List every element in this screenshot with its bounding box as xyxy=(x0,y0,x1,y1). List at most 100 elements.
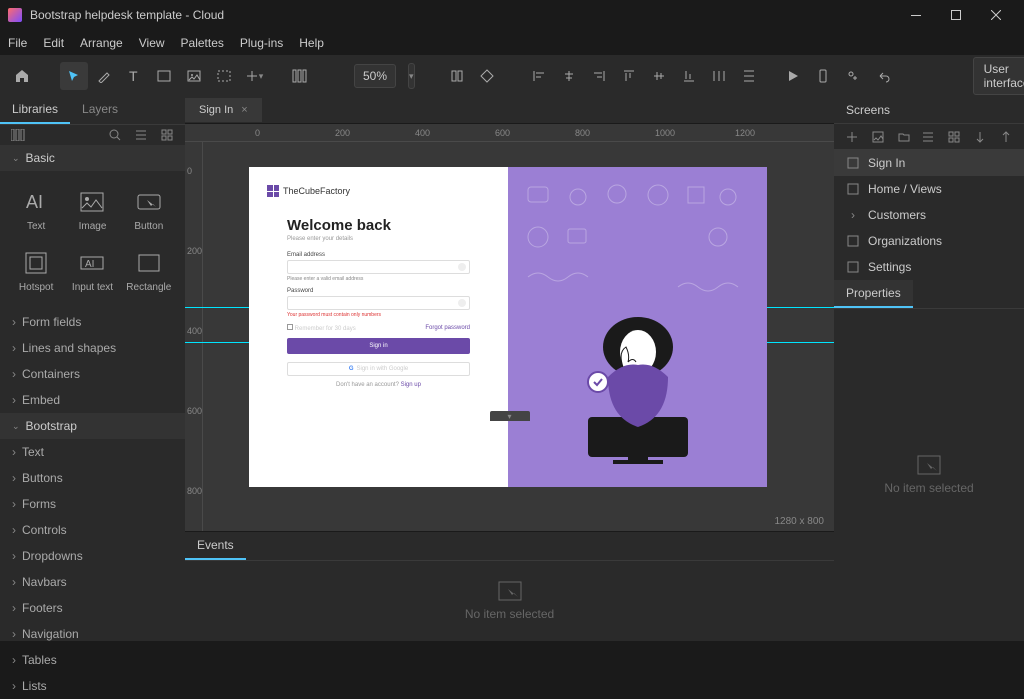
events-collapse[interactable]: ▾ xyxy=(490,411,530,421)
zoom-dropdown[interactable]: ▾ xyxy=(408,63,415,89)
section-bs-navbars[interactable]: Navbars xyxy=(0,569,185,595)
section-bs-footers[interactable]: Footers xyxy=(0,595,185,621)
menu-file[interactable]: File xyxy=(8,36,27,50)
image-screen-icon[interactable] xyxy=(868,127,888,147)
menu-arrange[interactable]: Arrange xyxy=(80,36,123,50)
align-tool-1[interactable] xyxy=(443,62,471,90)
section-bs-lists[interactable]: Lists xyxy=(0,673,185,699)
libraries-tab[interactable]: Libraries xyxy=(0,96,70,124)
text-icon: AI xyxy=(21,187,51,217)
device-button[interactable] xyxy=(809,62,837,90)
logo: TheCubeFactory xyxy=(267,185,490,197)
menu-plugins[interactable]: Plug-ins xyxy=(240,36,283,50)
widget-text[interactable]: AIText xyxy=(8,179,64,240)
align-left[interactable] xyxy=(525,62,553,90)
screen-customers[interactable]: ›Customers xyxy=(834,202,1024,228)
widget-hotspot[interactable]: Hotspot xyxy=(8,240,64,301)
undo-button[interactable] xyxy=(869,62,897,90)
titlebar: Bootstrap helpdesk template - Cloud xyxy=(0,0,1024,30)
bootstrap-section[interactable]: ⌄Bootstrap xyxy=(0,413,185,439)
minimize-button[interactable] xyxy=(896,1,936,29)
ui-mode-select[interactable]: User interface▾ xyxy=(973,57,1024,95)
remember-checkbox[interactable]: Remember for 30 days xyxy=(287,324,356,332)
zoom-select[interactable]: 50% xyxy=(354,64,396,88)
align-top[interactable] xyxy=(615,62,643,90)
pen-tool[interactable] xyxy=(90,62,118,90)
sort-up-icon[interactable] xyxy=(996,127,1016,147)
align-bottom[interactable] xyxy=(675,62,703,90)
widget-input[interactable]: AIInput text xyxy=(64,240,120,301)
pointer-tool[interactable] xyxy=(60,62,88,90)
rectangle-tool[interactable] xyxy=(150,62,178,90)
signin-button[interactable]: Sign in xyxy=(287,338,470,354)
signup-link[interactable]: Sign up xyxy=(401,382,421,388)
close-icon[interactable]: × xyxy=(241,104,247,116)
grid-view-icon[interactable] xyxy=(157,125,177,145)
text-tool[interactable]: T xyxy=(120,62,148,90)
screen-home[interactable]: Home / Views xyxy=(834,176,1024,202)
section-bs-navigation[interactable]: Navigation xyxy=(0,621,185,647)
widget-rectangle[interactable]: Rectangle xyxy=(121,240,177,301)
menu-edit[interactable]: Edit xyxy=(43,36,64,50)
artboard-signin[interactable]: TheCubeFactory Welcome back Please enter… xyxy=(249,167,767,487)
svg-text:AI: AI xyxy=(85,259,94,270)
image-tool[interactable] xyxy=(180,62,208,90)
library-icon[interactable] xyxy=(8,125,28,145)
share-button[interactable] xyxy=(839,62,867,90)
basic-section[interactable]: ⌄Basic xyxy=(0,145,185,171)
maximize-button[interactable] xyxy=(936,1,976,29)
rect-icon xyxy=(134,248,164,278)
align-tool-2[interactable] xyxy=(473,62,501,90)
section-bs-controls[interactable]: Controls xyxy=(0,517,185,543)
library-tool[interactable] xyxy=(292,62,308,90)
add-screen-icon[interactable] xyxy=(842,127,862,147)
widget-button[interactable]: Button xyxy=(121,179,177,240)
sort-down-icon[interactable] xyxy=(970,127,990,147)
password-input[interactable] xyxy=(287,296,470,310)
search-icon[interactable] xyxy=(105,125,125,145)
properties-tab[interactable]: Properties xyxy=(834,280,913,308)
screen-organizations[interactable]: Organizations xyxy=(834,228,1024,254)
screen-settings[interactable]: Settings xyxy=(834,254,1024,280)
forgot-link[interactable]: Forgot password xyxy=(425,325,470,331)
email-input[interactable] xyxy=(287,260,470,274)
align-middle[interactable] xyxy=(645,62,673,90)
list-icon[interactable] xyxy=(918,127,938,147)
section-embed[interactable]: Embed xyxy=(0,387,185,413)
google-button[interactable]: GSign in with Google xyxy=(287,362,470,376)
section-bs-text[interactable]: Text xyxy=(0,439,185,465)
widget-image[interactable]: Image xyxy=(64,179,120,240)
events-panel: Events No item selected xyxy=(185,531,834,641)
menu-view[interactable]: View xyxy=(139,36,165,50)
canvas[interactable]: 0 200 400 600 800 TheCubeFactory Welcome… xyxy=(185,142,834,531)
hotspot-tool[interactable] xyxy=(210,62,238,90)
list-view-icon[interactable] xyxy=(131,125,151,145)
distribute-h[interactable] xyxy=(705,62,733,90)
canvas-tab-signin[interactable]: Sign In× xyxy=(185,98,262,122)
section-bs-tables[interactable]: Tables xyxy=(0,647,185,673)
folder-icon[interactable] xyxy=(894,127,914,147)
screen-signin[interactable]: Sign In xyxy=(834,150,1024,176)
button-icon xyxy=(134,187,164,217)
section-lines[interactable]: Lines and shapes xyxy=(0,335,185,361)
align-right[interactable] xyxy=(585,62,613,90)
align-center-h[interactable] xyxy=(555,62,583,90)
screen-icon xyxy=(846,182,860,196)
home-button[interactable] xyxy=(8,62,36,90)
section-bs-forms[interactable]: Forms xyxy=(0,491,185,517)
add-tool[interactable]: ▾ xyxy=(240,62,268,90)
section-form-fields[interactable]: Form fields xyxy=(0,309,185,335)
section-bs-dropdowns[interactable]: Dropdowns xyxy=(0,543,185,569)
section-bs-buttons[interactable]: Buttons xyxy=(0,465,185,491)
distribute-v[interactable] xyxy=(735,62,763,90)
grid-icon[interactable] xyxy=(944,127,964,147)
layers-tab[interactable]: Layers xyxy=(70,96,130,124)
menu-palettes[interactable]: Palettes xyxy=(181,36,224,50)
section-containers[interactable]: Containers xyxy=(0,361,185,387)
close-button[interactable] xyxy=(976,1,1016,29)
screens-tab[interactable]: Screens xyxy=(846,103,890,117)
play-button[interactable] xyxy=(779,62,807,90)
events-tab[interactable]: Events xyxy=(185,532,246,560)
menu-help[interactable]: Help xyxy=(299,36,324,50)
ruler-vertical: 0 200 400 600 800 xyxy=(185,142,203,531)
